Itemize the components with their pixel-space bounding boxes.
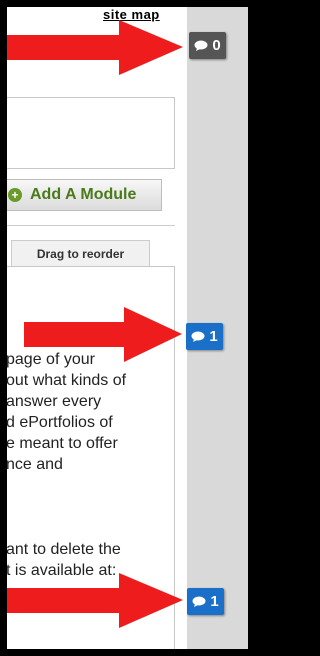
body-line: ant to delete the <box>7 541 121 558</box>
add-module-button[interactable]: + Add A Module <box>7 179 162 211</box>
comment-icon <box>194 40 208 51</box>
drag-to-reorder-tab[interactable]: Drag to reorder <box>11 240 150 267</box>
add-icon: + <box>8 188 22 202</box>
comment-count-badge[interactable]: 1 <box>186 323 223 350</box>
body-line: answer every <box>7 393 102 410</box>
add-module-label: Add A Module <box>30 186 137 203</box>
right-arrow-icon <box>7 573 183 628</box>
right-arrow-icon <box>7 20 183 75</box>
comment-count: 1 <box>209 328 218 345</box>
right-arrow-icon <box>24 307 182 362</box>
page-frame: site map + Add A Module Drag to reorder … <box>7 7 248 649</box>
comment-count: 1 <box>210 593 219 610</box>
comment-count: 0 <box>212 37 221 54</box>
comment-icon <box>191 331 205 342</box>
module-panel <box>7 97 175 169</box>
comment-count-badge[interactable]: 1 <box>187 588 224 615</box>
comment-icon <box>192 596 206 607</box>
body-line: out what kinds of <box>7 372 127 389</box>
divider <box>7 225 175 226</box>
body-line: nce and <box>7 456 63 473</box>
body-line: d ePortfolios of <box>7 414 113 431</box>
body-line: e meant to offer <box>7 435 118 452</box>
comment-count-badge[interactable]: 0 <box>189 32 226 59</box>
